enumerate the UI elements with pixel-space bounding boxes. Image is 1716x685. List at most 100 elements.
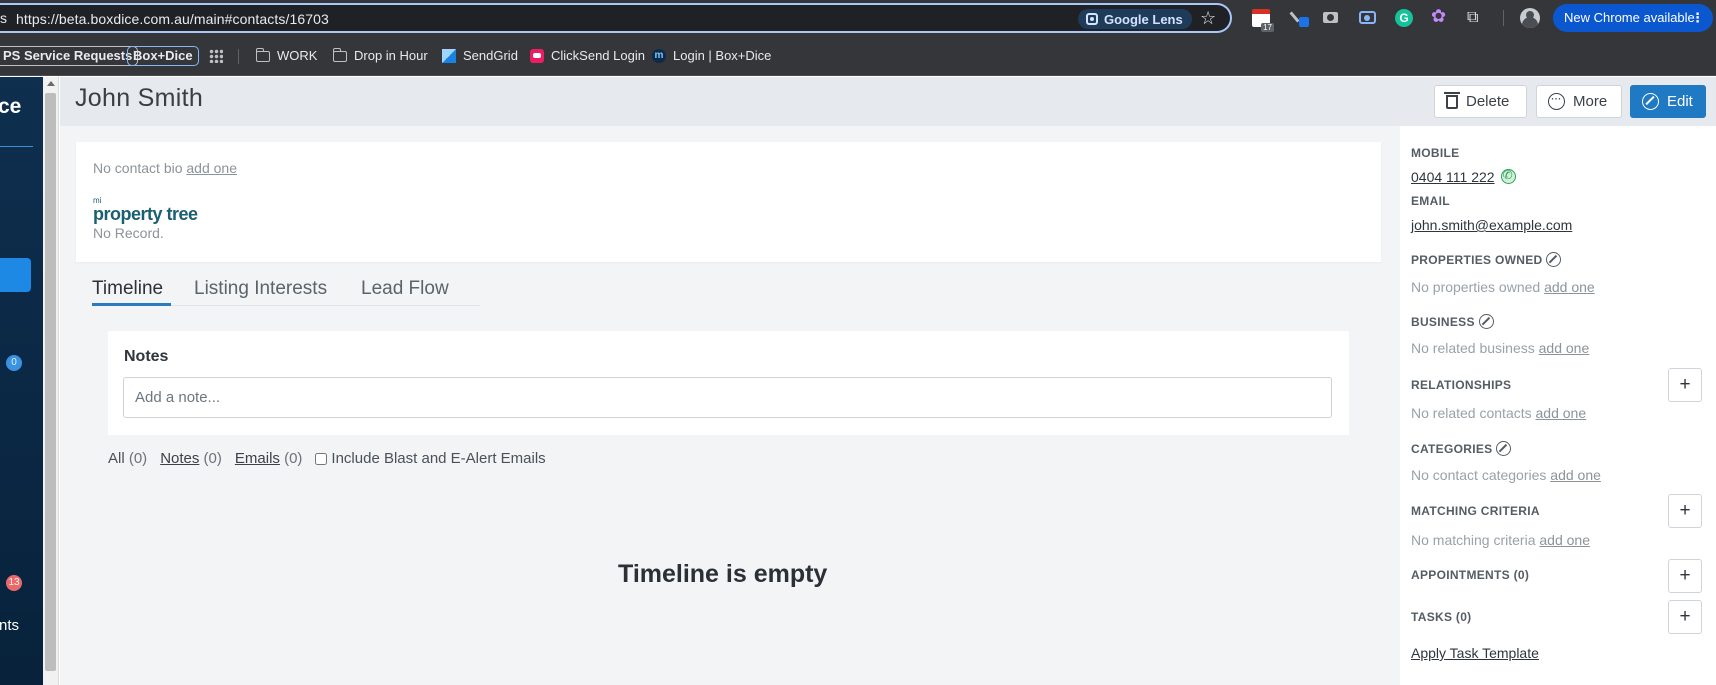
no-bio-text: No contact bio: [93, 160, 183, 176]
nav-count-badge: 0: [6, 355, 22, 371]
categories-empty-text: No contact categories: [1411, 467, 1547, 483]
bookmark-drop-in-hour-folder[interactable]: Drop in Hour: [332, 45, 428, 67]
toolbar-divider: [1503, 10, 1504, 26]
profile-avatar[interactable]: [1520, 8, 1540, 28]
filter-emails[interactable]: Emails (0): [235, 450, 303, 467]
filter-emails-count: (0): [284, 450, 303, 467]
filter-all[interactable]: All (0): [108, 450, 147, 467]
edit-categories-icon[interactable]: [1496, 441, 1512, 456]
include-blast-checkbox[interactable]: [315, 452, 328, 465]
new-chrome-label: New Chrome available: [1564, 10, 1695, 25]
business-heading: BUSINESS: [1411, 314, 1494, 329]
brand-divider: [0, 146, 33, 147]
address-bar[interactable]: s https://beta.boxdice.com.au/main#conta…: [0, 3, 1232, 33]
bookmark-box-dice[interactable]: Box+Dice: [127, 46, 199, 66]
add-category-link[interactable]: add one: [1550, 467, 1601, 483]
bookmark-ps-service-requests[interactable]: PS Service Requests: [0, 46, 139, 66]
google-lens-button[interactable]: Google Lens: [1078, 9, 1192, 29]
pen-extension-icon[interactable]: [1291, 9, 1309, 27]
edit-button[interactable]: Edit: [1630, 85, 1706, 118]
bookmark-sendgrid[interactable]: SendGrid: [442, 45, 518, 67]
browser-toolbar: s https://beta.boxdice.com.au/main#conta…: [0, 0, 1716, 36]
page-title: John Smith: [75, 84, 204, 112]
edit-business-icon[interactable]: [1478, 314, 1494, 329]
more-label: More: [1573, 93, 1608, 110]
include-blast-label[interactable]: Include Blast and E-Alert Emails: [331, 450, 545, 467]
sendgrid-icon: [442, 49, 456, 63]
calendar-badge: 17: [1261, 23, 1274, 32]
grammarly-extension-icon[interactable]: G: [1395, 9, 1413, 27]
folder-icon: [332, 47, 347, 62]
mobile-label: MOBILE: [1411, 146, 1460, 160]
active-tab-indicator: [92, 303, 171, 306]
add-business-link[interactable]: add one: [1539, 340, 1590, 356]
business-label: BUSINESS: [1411, 314, 1475, 329]
property-tree-logo-text: property tree: [93, 204, 198, 224]
nav-item-label[interactable]: nts: [0, 617, 19, 634]
scroll-up-arrow-icon[interactable]: [47, 81, 55, 86]
camera-extension-icon[interactable]: [1323, 12, 1338, 23]
add-appointment-button[interactable]: +: [1668, 559, 1702, 593]
add-task-button[interactable]: +: [1668, 600, 1702, 634]
tab-timeline[interactable]: Timeline: [92, 278, 163, 300]
add-relationship-button[interactable]: +: [1668, 368, 1702, 402]
matching-criteria-label: MATCHING CRITERIA: [1411, 504, 1540, 518]
nav-item-contacts-active[interactable]: [0, 258, 31, 292]
trash-icon: [1444, 91, 1460, 109]
mobile-value[interactable]: 0404 111 222: [1411, 168, 1516, 185]
add-matching-criteria-button[interactable]: +: [1668, 494, 1702, 528]
contact-header: John Smith Delete ··· More Edit: [60, 77, 1716, 126]
phone-call-icon[interactable]: [1500, 168, 1516, 184]
new-chrome-available-button[interactable]: New Chrome available ⋮: [1553, 4, 1713, 32]
email-value[interactable]: john.smith@example.com: [1411, 217, 1572, 233]
apps-grid-icon[interactable]: [209, 45, 223, 67]
add-bio-link[interactable]: add one: [186, 160, 237, 176]
business-empty: No related business add one: [1411, 340, 1589, 356]
address-url[interactable]: https://beta.boxdice.com.au/main#contact…: [16, 11, 329, 27]
bookmark-clicksend-login[interactable]: ClickSend Login: [530, 45, 645, 67]
sidebar-scrollbar[interactable]: [43, 77, 59, 685]
add-note-input[interactable]: [123, 377, 1332, 418]
filter-emails-label: Emails: [234, 450, 280, 467]
bookmark-divider: [238, 49, 239, 64]
filter-notes-label: Notes: [160, 450, 200, 467]
add-property-link[interactable]: add one: [1544, 279, 1595, 295]
app-sidebar-nav: ce 0 13 nts: [0, 77, 43, 685]
edit-pencil-icon: [1642, 93, 1659, 110]
mobile-number[interactable]: 0404 111 222: [1411, 169, 1495, 185]
screen-record-extension-icon[interactable]: [1359, 11, 1376, 24]
delete-label: Delete: [1466, 93, 1510, 110]
boxdice-icon: m: [652, 49, 666, 63]
edit-label: Edit: [1667, 93, 1693, 110]
chrome-menu-icon[interactable]: ⋮: [1691, 4, 1704, 32]
edit-properties-icon[interactable]: [1546, 252, 1562, 267]
bookmark-label: SendGrid: [463, 48, 518, 63]
timeline-empty-message: Timeline is empty: [618, 560, 828, 588]
contact-tabs: Timeline Listing Interests Lead Flow: [92, 274, 480, 306]
bookmark-label: ClickSend Login: [551, 48, 645, 63]
tab-listing-interests[interactable]: Listing Interests: [194, 278, 327, 300]
google-lens-label: Google Lens: [1104, 11, 1183, 27]
delete-button[interactable]: Delete: [1434, 85, 1527, 118]
brand-logo-text[interactable]: ce: [0, 95, 21, 119]
tab-lead-flow[interactable]: Lead Flow: [361, 278, 449, 300]
relationships-heading: RELATIONSHIPS: [1411, 378, 1511, 392]
address-bar-edge-text: s: [0, 10, 7, 26]
scrollbar-thumb[interactable]: [45, 93, 56, 671]
flower-extension-icon[interactable]: ✿: [1431, 7, 1449, 25]
add-relationship-link[interactable]: add one: [1536, 405, 1587, 421]
bookmark-star-icon[interactable]: ☆: [1200, 8, 1216, 29]
add-matching-criteria-link[interactable]: add one: [1539, 532, 1590, 548]
apply-task-template-link[interactable]: Apply Task Template: [1411, 645, 1539, 661]
property-tree-logo: mi property tree: [93, 197, 198, 224]
extensions-puzzle-icon[interactable]: ⧉: [1467, 9, 1485, 27]
more-dots-icon: ···: [1548, 93, 1565, 110]
filter-notes[interactable]: Notes (0): [160, 450, 222, 467]
properties-owned-heading: PROPERTIES OWNED: [1411, 252, 1562, 267]
bookmark-work-folder[interactable]: WORK: [255, 45, 317, 67]
more-button[interactable]: ··· More: [1536, 85, 1622, 118]
matching-criteria-heading: MATCHING CRITERIA: [1411, 504, 1540, 518]
properties-owned-label: PROPERTIES OWNED: [1411, 252, 1543, 267]
calendar-extension-icon[interactable]: 17: [1252, 9, 1274, 32]
bookmark-login-box-dice[interactable]: m Login | Box+Dice: [652, 45, 771, 67]
